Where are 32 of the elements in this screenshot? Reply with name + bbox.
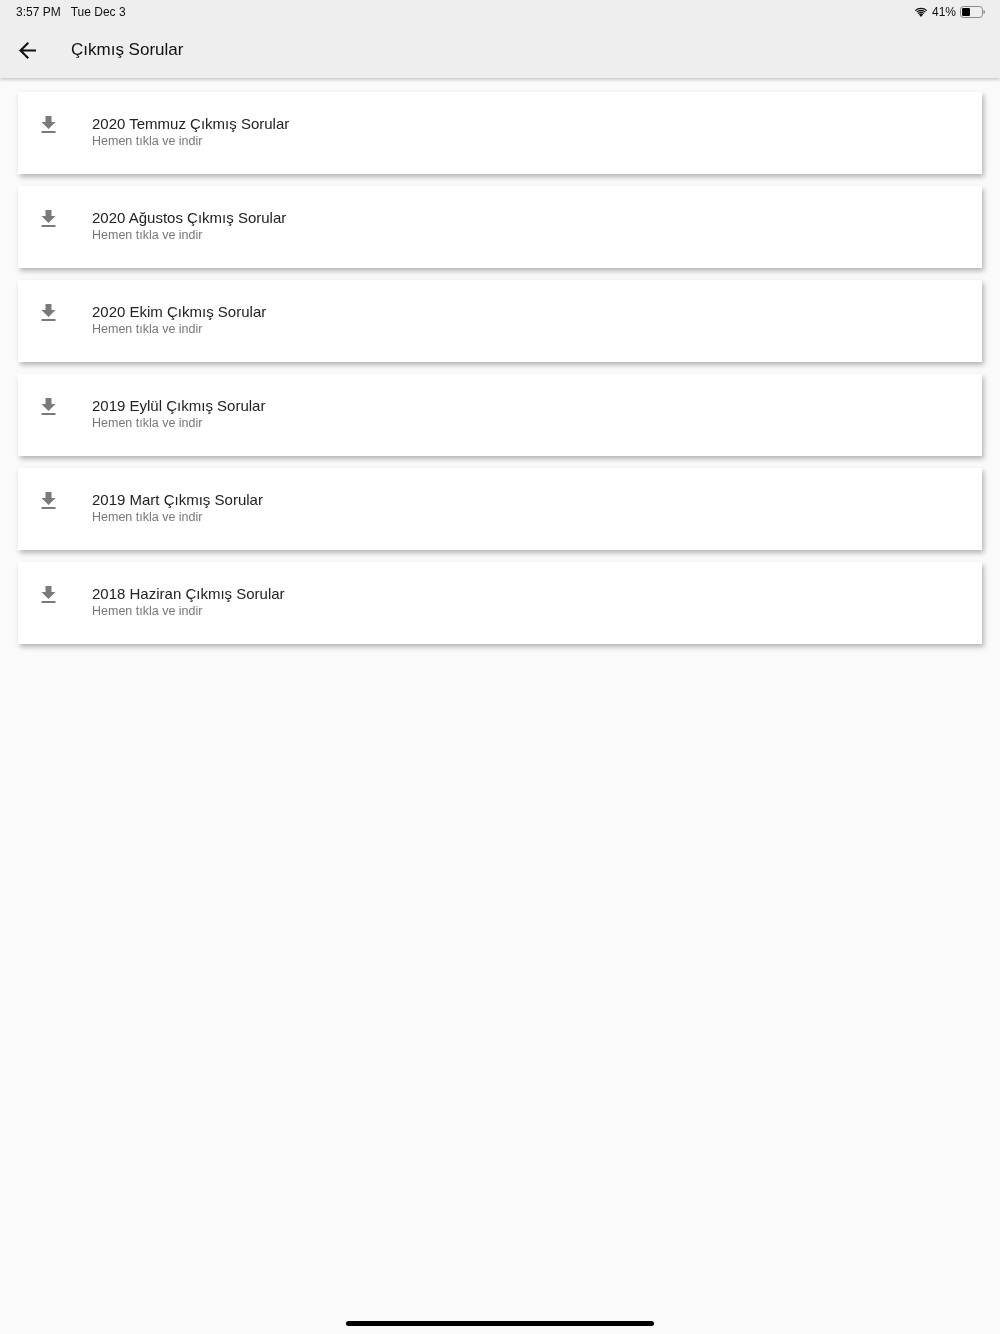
- card-subtitle: Hemen tıkla ve indir: [92, 416, 203, 431]
- back-button[interactable]: [19, 41, 36, 59]
- card-title: 2020 Ağustos Çıkmış Sorular: [92, 208, 287, 227]
- card-title: 2020 Temmuz Çıkmış Sorular: [92, 114, 290, 133]
- download-card[interactable]: 2018 Haziran Çıkmış Sorular Hemen tıkla ve indir: [18, 562, 982, 644]
- card-subtitle: Hemen tıkla ve indir: [92, 510, 203, 525]
- card-subtitle: Hemen tıkla ve indir: [92, 134, 203, 149]
- card-subtitle: Hemen tıkla ve indir: [92, 604, 203, 619]
- download-icon: [41, 492, 56, 509]
- status-date: Tue Dec 3: [70, 5, 126, 19]
- download-card[interactable]: 2020 Ekim Çıkmış Sorular Hemen tıkla ve indir: [18, 280, 982, 362]
- screen-title: Çıkmış Sorular: [71, 40, 184, 60]
- download-card[interactable]: 2020 Temmuz Çıkmış Sorular Hemen tıkla ve indir: [18, 92, 982, 174]
- download-icon: [41, 210, 56, 227]
- card-title: 2020 Ekim Çıkmış Sorular: [92, 302, 267, 321]
- download-card[interactable]: 2019 Mart Çıkmış Sorular Hemen tıkla ve indir: [18, 468, 982, 550]
- download-icon: [41, 586, 56, 603]
- download-card[interactable]: 2019 Eylül Çıkmış Sorular Hemen tıkla ve indir: [18, 374, 982, 456]
- arrow-left-icon: [19, 41, 36, 59]
- download-icon: [41, 116, 56, 133]
- card-subtitle: Hemen tıkla ve indir: [92, 228, 203, 243]
- status-time: 3:57 PM: [16, 5, 61, 19]
- card-title: 2018 Haziran Çıkmış Sorular: [92, 584, 285, 603]
- wifi-icon: [913, 7, 928, 17]
- battery-percent: 41%: [931, 5, 956, 19]
- battery-icon: [960, 6, 985, 18]
- download-icon: [41, 304, 56, 321]
- card-subtitle: Hemen tıkla ve indir: [92, 322, 203, 337]
- card-title: 2019 Mart Çıkmış Sorular: [92, 490, 263, 509]
- download-icon: [41, 398, 56, 415]
- card-title: 2019 Eylül Çıkmış Sorular: [92, 396, 266, 415]
- download-card[interactable]: 2020 Ağustos Çıkmış Sorular Hemen tıkla ve indir: [18, 186, 982, 268]
